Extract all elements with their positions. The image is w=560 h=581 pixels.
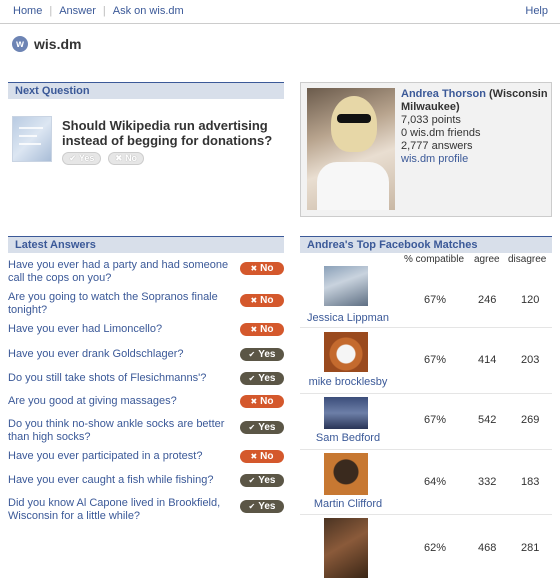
nav-home-link[interactable]: Home (6, 5, 49, 17)
question-thumbnail[interactable] (12, 116, 52, 162)
no-button-label: No (125, 153, 138, 163)
answer-question-link[interactable]: Have you ever had a party and had someon… (8, 259, 230, 285)
answer-no-badge[interactable]: ✖ No (240, 395, 284, 408)
next-question-yes-button[interactable]: ✔ Yes (62, 152, 102, 165)
nav-ask-link[interactable]: Ask on wis.dm (106, 5, 191, 17)
answer-question-link[interactable]: Have you ever participated in a protest? (8, 450, 230, 463)
brand-name: wis.dm (34, 36, 82, 52)
match-disagree: 203 (521, 354, 540, 366)
yes-button-label: Yes (78, 153, 95, 163)
check-icon: ✔ (248, 374, 256, 383)
answer-no-badge[interactable]: ✖ No (240, 294, 284, 307)
match-agree: 542 (478, 414, 497, 426)
match-row: mike brocklesby 67% 414 203 (300, 328, 552, 394)
match-name-link[interactable]: Jessica Lippman (300, 312, 396, 324)
next-question-text[interactable]: Should Wikipedia run advertising instead… (62, 118, 277, 148)
match-disagree: 120 (521, 294, 540, 306)
profile-card: Andrea Thorson (Wisconsin Milwaukee) 7,0… (300, 82, 552, 217)
answer-question-link[interactable]: Are you going to watch the Sopranos fina… (8, 291, 230, 317)
match-compatible: 62% (424, 542, 447, 554)
match-avatar[interactable] (324, 518, 368, 578)
match-compatible: 67% (424, 294, 447, 306)
x-icon: ✖ (250, 397, 258, 406)
check-icon: ✔ (69, 153, 77, 163)
match-name-link[interactable]: mike brocklesby (300, 376, 396, 388)
x-icon: ✖ (250, 264, 258, 273)
match-disagree: 269 (521, 414, 540, 426)
match-agree: 414 (478, 354, 497, 366)
check-icon: ✔ (248, 476, 256, 485)
answer-question-link[interactable]: Did you know Al Capone lived in Brookfie… (8, 497, 230, 523)
nav-answer-link[interactable]: Answer (52, 5, 103, 17)
match-agree: 246 (478, 294, 497, 306)
match-agree: 468 (478, 542, 497, 554)
profile-answers: 2,777 answers (401, 140, 473, 152)
answer-question-link[interactable]: Have you ever had Limoncello? (8, 323, 230, 336)
profile-friends: 0 wis.dm friends (401, 127, 481, 139)
answer-yes-badge[interactable]: ✔ Yes (240, 474, 284, 487)
match-name-link[interactable]: Martin Clifford (300, 498, 396, 510)
x-icon: ✖ (250, 325, 258, 334)
check-icon: ✔ (248, 502, 256, 511)
match-row: 62% 468 281 (300, 515, 552, 581)
check-icon: ✔ (248, 423, 256, 432)
answer-no-badge[interactable]: ✖ No (240, 450, 284, 463)
answer-question-link[interactable]: Do you still take shots of Flesichmanns'… (8, 372, 230, 385)
match-compatible: 64% (424, 476, 447, 488)
check-icon: ✔ (248, 350, 256, 359)
top-nav: Home | Answer | Ask on wis.dm Help (0, 0, 560, 24)
next-question-header: Next Question (8, 82, 284, 99)
match-avatar[interactable] (324, 397, 368, 429)
match-avatar[interactable] (324, 453, 368, 495)
match-row: Jessica Lippman 67% 246 120 (300, 262, 552, 328)
match-row: Sam Bedford 67% 542 269 (300, 394, 552, 450)
latest-answers-header: Latest Answers (8, 236, 284, 253)
answer-yes-badge[interactable]: ✔ Yes (240, 500, 284, 513)
answer-yes-badge[interactable]: ✔ Yes (240, 421, 284, 434)
matches-header: Andrea's Top Facebook Matches (300, 236, 552, 253)
profile-photo[interactable] (307, 88, 395, 210)
answer-yes-badge[interactable]: ✔ Yes (240, 348, 284, 361)
next-question-no-button[interactable]: ✖ No (108, 152, 145, 165)
match-disagree: 281 (521, 542, 540, 554)
x-icon: ✖ (250, 296, 258, 305)
answer-no-badge[interactable]: ✖ No (240, 262, 284, 275)
answer-question-link[interactable]: Do you think no-show ankle socks are bet… (8, 418, 230, 444)
match-name-link[interactable]: Sam Bedford (300, 432, 396, 444)
answer-question-link[interactable]: Have you ever drank Goldschlager? (8, 348, 230, 361)
answer-question-link[interactable]: Are you good at giving massages? (8, 395, 230, 408)
x-icon: ✖ (250, 452, 258, 461)
profile-points: 7,033 points (401, 114, 461, 126)
profile-link[interactable]: wis.dm profile (401, 153, 549, 166)
match-disagree: 183 (521, 476, 540, 488)
match-avatar[interactable] (324, 332, 368, 372)
answer-no-badge[interactable]: ✖ No (240, 323, 284, 336)
top-nav-links: Home | Answer | Ask on wis.dm (6, 5, 191, 17)
match-compatible: 67% (424, 414, 447, 426)
answer-question-link[interactable]: Have you ever caught a fish while fishin… (8, 474, 230, 487)
profile-name-link[interactable]: Andrea Thorson (401, 88, 486, 100)
match-agree: 332 (478, 476, 497, 488)
nav-help-link[interactable]: Help (525, 5, 548, 17)
x-icon: ✖ (115, 153, 123, 163)
brand[interactable]: w wis.dm (12, 36, 81, 52)
profile-info: Andrea Thorson (Wisconsin Milwaukee) 7,0… (401, 88, 549, 166)
match-compatible: 67% (424, 354, 447, 366)
wisdm-logo-icon: w (12, 36, 28, 52)
match-avatar[interactable] (324, 266, 368, 306)
answer-yes-badge[interactable]: ✔ Yes (240, 372, 284, 385)
match-row: Martin Clifford 64% 332 183 (300, 450, 552, 515)
